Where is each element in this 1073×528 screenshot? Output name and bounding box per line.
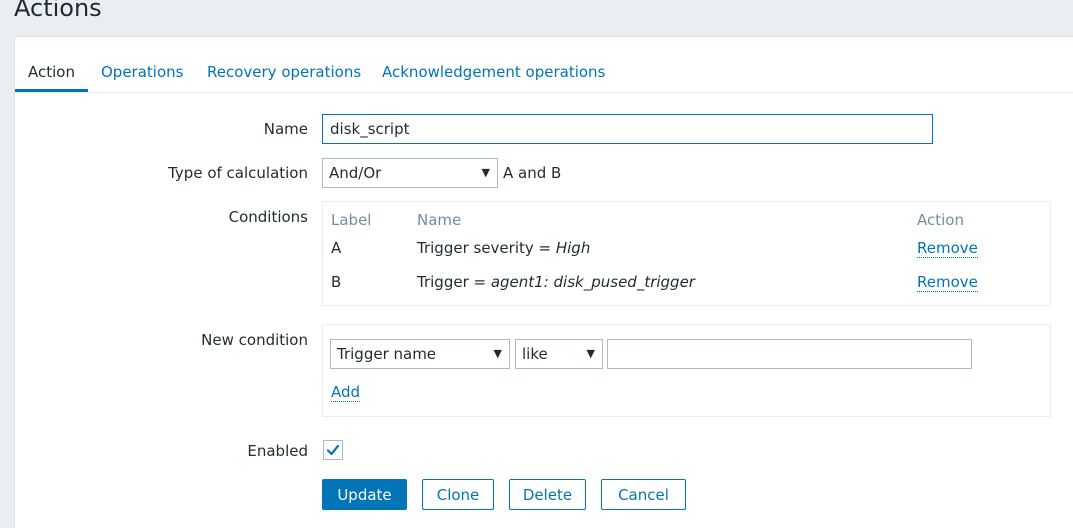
conditions-header-label: Label (331, 211, 372, 229)
tab-action[interactable]: Action (15, 52, 88, 92)
condition-operator-select[interactable]: like ▼ (515, 339, 603, 369)
condition-name-value: agent1: disk_pused_trigger (490, 273, 695, 291)
action-form-panel: Action Operations Recovery operations Ac… (14, 36, 1073, 528)
page-title: Actions (14, 0, 102, 22)
calculation-select[interactable]: And/Or ▼ (322, 158, 498, 188)
tab-acknowledgement-operations[interactable]: Acknowledgement operations (382, 52, 605, 91)
update-button[interactable]: Update (322, 479, 407, 510)
chevron-down-icon: ▼ (481, 166, 490, 179)
conditions-table: Label Name Action A Trigger severity = H… (322, 201, 1051, 306)
tab-recovery-operations[interactable]: Recovery operations (207, 52, 361, 91)
tab-bar: Action Operations Recovery operations Ac… (15, 52, 1073, 93)
condition-type-select[interactable]: Trigger name ▼ (330, 339, 510, 369)
enabled-label: Enabled (247, 442, 308, 460)
delete-button[interactable]: Delete (509, 479, 586, 510)
add-condition-link[interactable]: Add (331, 384, 361, 402)
new-condition-label: New condition (201, 331, 308, 349)
condition-value-input[interactable] (607, 339, 972, 369)
chevron-down-icon: ▼ (493, 347, 502, 360)
condition-row-name: Trigger = agent1: disk_pused_trigger (417, 273, 695, 291)
condition-type-value: Trigger name (337, 345, 437, 363)
condition-row-name: Trigger severity = High (417, 239, 590, 257)
condition-name-value: High (555, 239, 591, 257)
enabled-checkbox[interactable] (323, 440, 343, 460)
condition-name-prefix: Trigger severity = (417, 239, 556, 257)
conditions-header-action: Action (917, 211, 964, 229)
conditions-label: Conditions (228, 208, 308, 226)
remove-condition-a-link[interactable]: Remove (917, 240, 978, 258)
tab-operations[interactable]: Operations (101, 52, 183, 91)
name-input[interactable] (322, 114, 933, 144)
calculation-formula: A and B (503, 164, 562, 182)
remove-condition-b-link[interactable]: Remove (917, 274, 978, 292)
calculation-select-value: And/Or (329, 164, 382, 182)
condition-row-label: A (331, 239, 342, 257)
condition-row-label: B (331, 273, 342, 291)
name-label: Name (263, 120, 308, 138)
new-condition-box: Trigger name ▼ like ▼ Add (322, 324, 1051, 417)
clone-button[interactable]: Clone (422, 479, 494, 510)
calculation-label: Type of calculation (168, 164, 308, 182)
cancel-button[interactable]: Cancel (601, 479, 686, 510)
checkmark-icon (326, 444, 340, 456)
condition-operator-value: like (522, 345, 548, 363)
conditions-header-name: Name (417, 211, 462, 229)
chevron-down-icon: ▼ (586, 347, 595, 360)
condition-name-prefix: Trigger = (417, 273, 491, 291)
